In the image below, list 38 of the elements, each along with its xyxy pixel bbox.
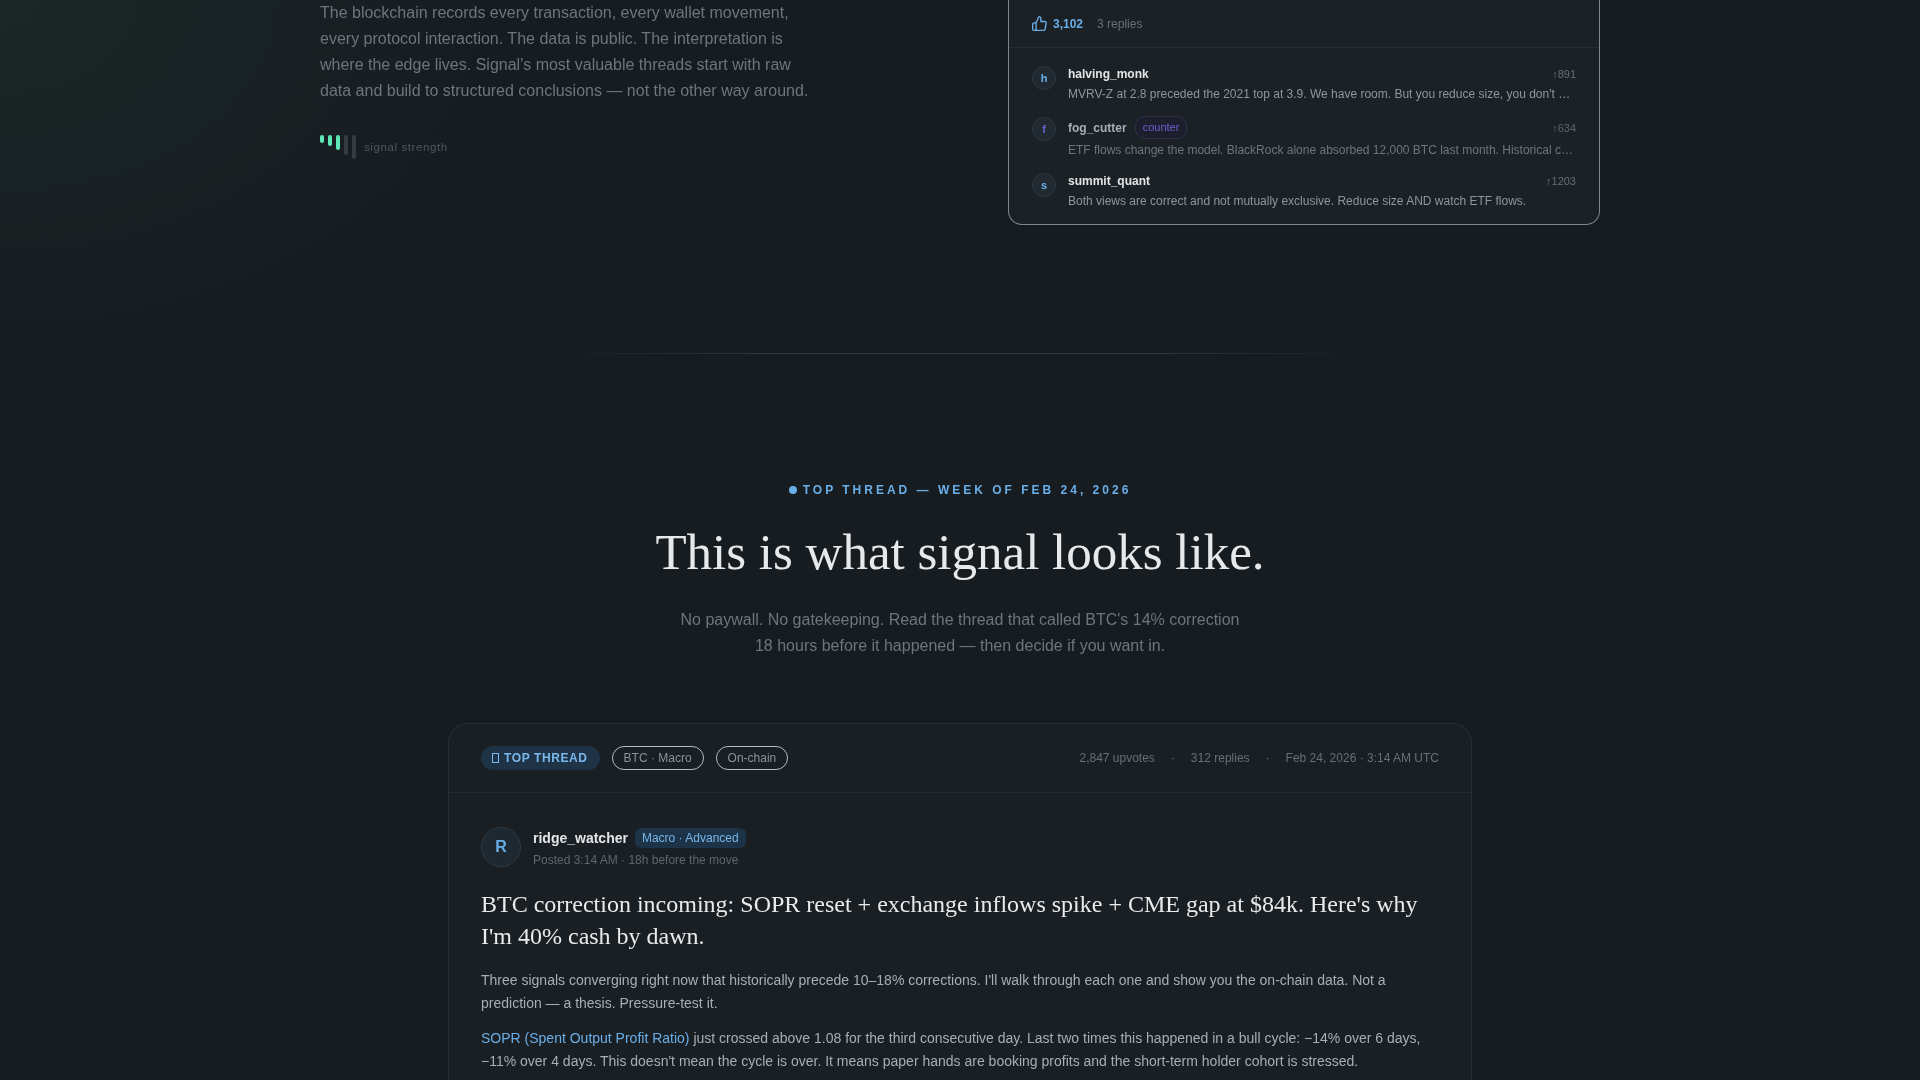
badge-label: TOP THREAD (504, 751, 588, 765)
post-paragraph: SOPR (Spent Output Profit Ratio) just crossed above 1.08 for the third consecutive day. Last two times this happened in a bull cycle: −14% over 6 days, −11% over 4 days. This doesn't mean the cycle is over. It means paper hands are booking profits and the short-term holder cohort is stressed. (481, 1029, 1422, 1071)
reply-tag: counter (1134, 116, 1188, 139)
intro-paragraph: The blockchain records every transaction, every wallet movement, every protocol interaction. The data is public. The interpretation is where the edge lives. Signal's most valuable threads start with raw data and build to structured conclusions — not the other way around. (320, 3, 810, 101)
author-avatar: R (481, 827, 521, 867)
rectangle-icon (492, 753, 499, 763)
signal-label: signal strength (364, 141, 448, 153)
reply-score: ↑1203 (1546, 175, 1576, 187)
post-paragraph: Three signals converging right now that historically precede 10–18% corrections. I'll walk through each one and show you the on-chain data. Not a prediction — a thesis. Pressure-test it. (481, 971, 1387, 1013)
reply-score: ↑634 (1552, 121, 1576, 134)
reply-author: halving_monk (1068, 67, 1149, 81)
thread-title: BTC correction incoming: SOPR reset + exchange inflows spike + CME gap at $84k. Here's why I'm 40% cash by dawn. (481, 890, 1419, 951)
level-badge: Macro · Advanced (634, 827, 746, 848)
reply-author: fog_cutter (1068, 120, 1127, 135)
term-link[interactable]: SOPR (Spent Output Profit Ratio) (481, 1030, 690, 1046)
thumbs-up-icon (1032, 16, 1047, 31)
reply-count: 3 replies (1097, 16, 1143, 31)
author-name: ridge_watcher (533, 829, 628, 846)
reply-text: ETF flows change the model. BlackRock alone absorbed 12,000 BTC last month. Historical c… (1068, 142, 1574, 159)
avatar: s (1032, 173, 1056, 197)
reply-score: ↑891 (1552, 68, 1576, 80)
avatar: h (1032, 66, 1056, 90)
separator: · (1265, 751, 1270, 765)
dot-icon (788, 486, 797, 494)
post-date: Feb 24, 2026 · 3:14 AM UTC (1285, 751, 1439, 765)
section-heading: This is what signal looks like. (655, 523, 1265, 582)
avatar: f (1032, 117, 1056, 141)
upvote-button[interactable]: 3,102 (1032, 16, 1084, 31)
signal-bars-icon (320, 135, 356, 159)
section-subtitle: No paywall. No gatekeeping. Read the thread that called BTC's 14% correction 18 hours before it happened — then decide if you want in. (679, 610, 1241, 656)
separator: · (1170, 751, 1175, 765)
reply-text: Both views are correct and not mutually exclusive. Reduce size AND watch ETF flows. (1068, 193, 1528, 210)
eyebrow-label: TOP THREAD — WEEK OF FEB 24, 2026 (802, 482, 1132, 498)
thread-stat: 312 replies (1190, 751, 1250, 765)
reply-text: MVRV-Z at 2.8 preceded the 2021 top at 3.9. We have room. But you reduce size, you don't … (1068, 86, 1572, 103)
reply-author: summit_quant (1068, 174, 1150, 188)
post-time: Posted 3:14 AM · 18h before the move (533, 852, 740, 867)
thread-stat: 2,847 upvotes (1079, 751, 1155, 765)
